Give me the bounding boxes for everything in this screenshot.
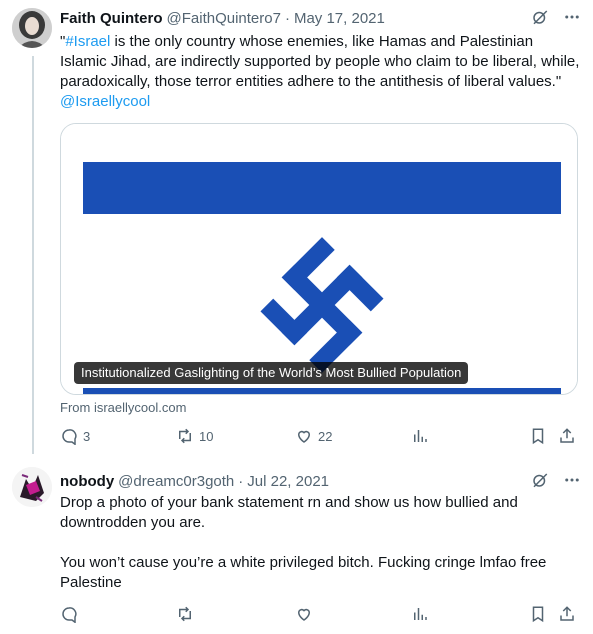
tweet-paragraph: You won’t cause you’re a white privilege…	[60, 554, 547, 591]
retweet-button[interactable]: 10	[176, 427, 213, 445]
views-button[interactable]	[411, 605, 429, 623]
like-button[interactable]	[295, 605, 318, 623]
views-button[interactable]	[411, 427, 429, 445]
display-name[interactable]: Faith Quintero	[60, 10, 163, 27]
retweet-count: 10	[199, 428, 214, 444]
flag-image	[61, 124, 577, 394]
avatar-photo	[12, 467, 52, 507]
action-bar: 3 10 22	[60, 427, 580, 447]
reply-icon	[62, 607, 77, 623]
retweet-icon	[179, 428, 191, 444]
avatar[interactable]	[12, 467, 52, 507]
grok-icon[interactable]	[531, 8, 549, 30]
avatar-photo	[12, 8, 52, 48]
tweet-date[interactable]: Jul 22, 2021	[247, 473, 329, 490]
like-count: 22	[318, 428, 333, 444]
separator-dot: ·	[284, 9, 290, 27]
like-button[interactable]: 22	[295, 427, 332, 445]
share-button[interactable]	[558, 605, 576, 623]
display-name[interactable]: nobody	[60, 473, 114, 490]
grok-icon[interactable]	[531, 471, 549, 493]
tweet-header: nobody @dreamc0r3goth · Jul 22, 2021	[60, 471, 581, 491]
user-handle[interactable]: @dreamc0r3goth	[118, 473, 234, 490]
tweet-text: "#Israel is the only country whose enemi…	[60, 32, 580, 112]
retweet-button[interactable]	[176, 605, 199, 623]
link-card[interactable]: Institutionalized Gaslighting of the Wor…	[60, 123, 578, 395]
like-icon	[297, 608, 311, 621]
action-bar	[60, 605, 580, 625]
bookmark-icon	[532, 428, 544, 445]
tweet-date[interactable]: May 17, 2021	[294, 10, 385, 27]
share-icon	[560, 606, 574, 621]
reply-count: 3	[83, 428, 91, 444]
more-icon[interactable]	[563, 471, 581, 493]
tweet-faith-quintero[interactable]: Faith Quintero @FaithQuintero7 · May 17,…	[0, 0, 593, 455]
reply-button[interactable]: 3	[60, 427, 90, 445]
more-icon[interactable]	[563, 8, 581, 30]
mention-link[interactable]: @Israellycool	[60, 93, 150, 110]
card-caption: Institutionalized Gaslighting of the Wor…	[74, 362, 469, 384]
retweet-icon	[179, 606, 191, 622]
like-icon	[297, 430, 311, 443]
tweet-text: Drop a photo of your bank statement rn a…	[60, 493, 570, 593]
tweet-body-text: is the only country whose enemies, like …	[60, 33, 580, 90]
tweet-header: Faith Quintero @FaithQuintero7 · May 17,…	[60, 8, 581, 28]
views-icon	[414, 430, 427, 442]
reply-icon	[62, 429, 77, 445]
views-icon	[414, 608, 427, 620]
avatar[interactable]	[12, 8, 52, 48]
bookmark-button[interactable]	[529, 427, 547, 445]
tweet-paragraph: Drop a photo of your bank statement rn a…	[60, 494, 518, 531]
user-handle[interactable]: @FaithQuintero7	[167, 10, 281, 27]
reply-button[interactable]	[60, 605, 83, 623]
share-button[interactable]	[558, 427, 576, 445]
share-icon	[560, 428, 574, 443]
tweet-nobody[interactable]: nobody @dreamc0r3goth · Jul 22, 2021 Dro…	[0, 455, 593, 634]
separator-dot: ·	[238, 472, 244, 490]
card-source[interactable]: From israellycool.com	[60, 400, 186, 415]
bookmark-icon	[532, 606, 544, 623]
bookmark-button[interactable]	[529, 605, 547, 623]
hashtag-link[interactable]: #Israel	[65, 33, 110, 50]
